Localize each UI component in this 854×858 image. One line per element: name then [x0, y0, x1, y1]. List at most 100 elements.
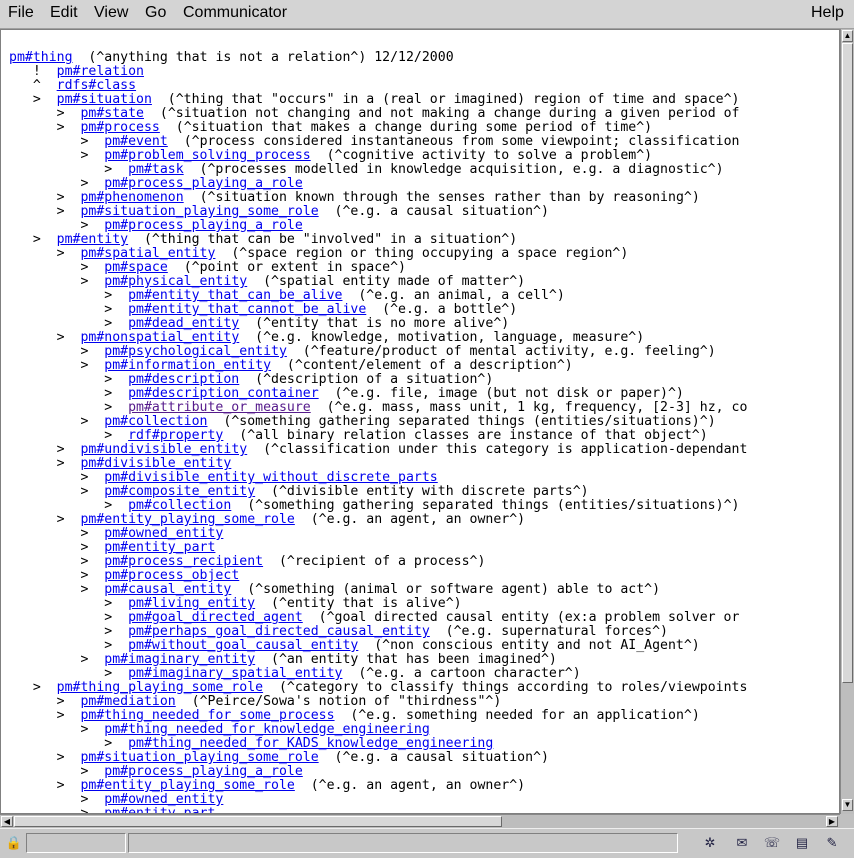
category-link[interactable]: pm#attribute_or_measure	[128, 400, 311, 415]
tree-marker: >	[9, 638, 129, 653]
vertical-scroll-thumb[interactable]	[842, 43, 853, 683]
tree-row: > pm#thing_playing_some_role (^category …	[9, 680, 748, 695]
category-link[interactable]: pm#description_container	[128, 386, 319, 401]
category-link[interactable]: pm#causal_entity	[104, 582, 231, 597]
category-link[interactable]: pm#divisible_entity	[80, 456, 231, 471]
scroll-left-arrow-icon[interactable]: ◀	[1, 816, 13, 827]
category-link[interactable]: pm#relation	[57, 64, 144, 79]
category-link[interactable]: pm#situation_playing_some_role	[80, 204, 318, 219]
tree-row: > pm#physical_entity (^spatial entity ma…	[9, 275, 747, 289]
category-link[interactable]: pm#mediation	[80, 694, 175, 709]
category-link[interactable]: pm#entity_that_cannot_be_alive	[128, 302, 366, 317]
category-link[interactable]: pm#thing_needed_for_KADS_knowledge_engin…	[128, 736, 493, 751]
category-link[interactable]: pm#entity_playing_some_role	[80, 512, 294, 527]
tree-marker: >	[9, 92, 57, 107]
category-link[interactable]: pm#phenomenon	[80, 190, 183, 205]
category-link[interactable]: pm#psychological_entity	[104, 344, 287, 359]
category-link[interactable]: pm#nonspatial_entity	[80, 330, 239, 345]
tree-marker: >	[9, 106, 81, 121]
category-link[interactable]: pm#imaginary_spatial_entity	[128, 666, 342, 681]
category-link[interactable]: pm#process_playing_a_role	[104, 176, 303, 191]
scroll-right-arrow-icon[interactable]: ▶	[826, 816, 838, 827]
category-link[interactable]: pm#owned_entity	[104, 526, 223, 541]
category-link[interactable]: pm#process_playing_a_role	[104, 764, 303, 779]
category-link[interactable]: pm#divisible_entity_without_discrete_par…	[104, 470, 437, 485]
category-link[interactable]: pm#thing_playing_some_role	[57, 680, 263, 695]
menu-view[interactable]: View	[94, 4, 128, 22]
category-link[interactable]: pm#goal_directed_agent	[128, 610, 303, 625]
category-link[interactable]: pm#spatial_entity	[80, 246, 215, 261]
tree-marker: >	[9, 400, 129, 415]
menu-file[interactable]: File	[8, 4, 34, 22]
status-message-field	[128, 833, 678, 853]
category-comment: (^recipient of a process^)	[263, 554, 486, 569]
vertical-scrollbar[interactable]: ▲ ▼	[840, 29, 854, 814]
scroll-down-arrow-icon[interactable]: ▼	[842, 799, 853, 811]
tree-row: > pm#information_entity (^content/elemen…	[9, 359, 747, 373]
category-link[interactable]: pm#event	[104, 134, 168, 149]
tree-row: pm#thing (^anything that is not a relati…	[9, 51, 747, 65]
category-link[interactable]: pm#without_goal_causal_entity	[128, 638, 358, 653]
category-comment: (^non conscious entity and not AI_Agent^…	[358, 638, 700, 653]
horizontal-scroll-thumb[interactable]	[14, 816, 502, 827]
category-link[interactable]: pm#collection	[128, 498, 231, 513]
tree-row: > pm#process_playing_a_role	[9, 219, 747, 233]
tree-row: > pm#mediation (^Peirce/Sowa's notion of…	[9, 695, 747, 709]
horizontal-scrollbar[interactable]: ◀ ▶	[0, 814, 840, 828]
category-link[interactable]: pm#living_entity	[128, 596, 255, 611]
category-link[interactable]: pm#process	[80, 120, 159, 135]
tree-row: > pm#entity_part	[9, 541, 747, 555]
category-comment: (^e.g. supernatural forces^)	[429, 624, 668, 639]
category-link[interactable]: pm#entity_that_can_be_alive	[128, 288, 342, 303]
tree-row: > pm#collection (^something gathering se…	[9, 499, 747, 513]
tree-marker: >	[9, 274, 105, 289]
category-link[interactable]: pm#process_object	[104, 568, 239, 583]
category-link[interactable]: pm#thing	[9, 50, 73, 65]
category-link[interactable]: pm#task	[128, 162, 184, 177]
category-link[interactable]: pm#composite_entity	[104, 484, 255, 499]
category-link[interactable]: pm#entity_part	[104, 806, 215, 814]
category-link[interactable]: pm#problem_solving_process	[104, 148, 310, 163]
menu-help[interactable]: Help	[811, 4, 844, 22]
category-link[interactable]: pm#state	[80, 106, 144, 121]
category-link[interactable]: pm#process_playing_a_role	[104, 218, 303, 233]
menu-edit[interactable]: Edit	[50, 4, 78, 22]
category-link[interactable]: pm#owned_entity	[104, 792, 223, 807]
category-link[interactable]: rdf#property	[128, 428, 223, 443]
category-link[interactable]: pm#thing_needed_for_some_process	[80, 708, 334, 723]
category-comment: (^cognitive activity to solve a problem^…	[310, 148, 653, 163]
composer-icon[interactable]: ▤	[792, 834, 812, 852]
tree-marker: >	[9, 568, 105, 583]
category-link[interactable]: pm#process_recipient	[104, 554, 263, 569]
navigator-icon[interactable]: ✲	[700, 834, 720, 852]
menu-go[interactable]: Go	[145, 4, 166, 22]
category-comment: (^e.g. an agent, an owner^)	[294, 778, 526, 793]
category-link[interactable]: pm#space	[104, 260, 168, 275]
mail-icon[interactable]: ✉	[732, 834, 752, 852]
category-link[interactable]: pm#entity_playing_some_role	[80, 778, 294, 793]
category-link[interactable]: pm#collection	[104, 414, 207, 429]
category-link[interactable]: pm#undivisible_entity	[80, 442, 247, 457]
scroll-up-arrow-icon[interactable]: ▲	[842, 30, 853, 42]
category-link[interactable]: pm#situation	[57, 92, 152, 107]
category-link[interactable]: pm#information_entity	[104, 358, 271, 373]
category-link[interactable]: pm#situation_playing_some_role	[80, 750, 318, 765]
discussions-icon[interactable]: ☏	[762, 834, 782, 852]
category-link[interactable]: pm#physical_entity	[104, 274, 247, 289]
category-link[interactable]: pm#thing_needed_for_knowledge_engineerin…	[104, 722, 430, 737]
category-comment: (^entity that is alive^)	[255, 596, 462, 611]
menu-communicator[interactable]: Communicator	[183, 4, 287, 22]
tree-marker: >	[9, 456, 81, 471]
category-link[interactable]: rdfs#class	[57, 78, 136, 93]
status-bar: 🔒 ✲ ✉ ☏ ▤ ✎	[0, 828, 854, 858]
category-link[interactable]: pm#entity_part	[104, 540, 215, 555]
tree-row: > pm#task (^processes modelled in knowle…	[9, 163, 747, 177]
edit-icon[interactable]: ✎	[822, 834, 842, 852]
category-comment: (^classification under this category is …	[247, 442, 748, 457]
category-link[interactable]: pm#dead_entity	[128, 316, 239, 331]
category-link[interactable]: pm#imaginary_entity	[104, 652, 255, 667]
category-link[interactable]: pm#perhaps_goal_directed_causal_entity	[128, 624, 430, 639]
category-link[interactable]: pm#description	[128, 372, 239, 387]
category-link[interactable]: pm#entity	[57, 232, 128, 247]
security-lock-icon[interactable]: 🔒	[4, 834, 24, 852]
